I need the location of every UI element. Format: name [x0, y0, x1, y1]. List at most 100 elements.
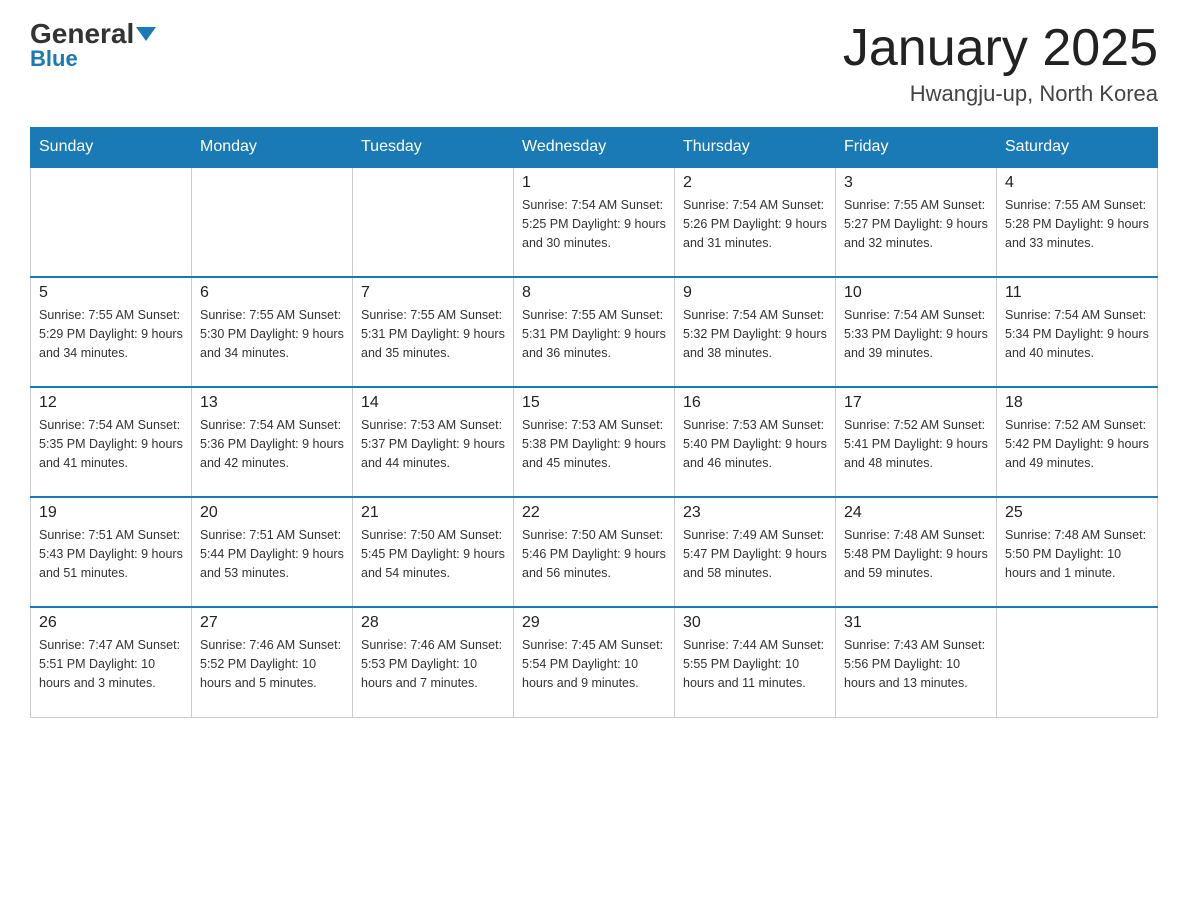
col-thursday: Thursday [675, 128, 836, 168]
day-number: 25 [1005, 504, 1149, 522]
day-number: 17 [844, 394, 988, 412]
calendar-day-cell: 31 Sunrise: 7:43 AM Sunset: 5:56 PM Dayli… [836, 607, 997, 717]
day-info: Sunrise: 7:43 AM Sunset: 5:56 PM Dayligh… [844, 636, 988, 692]
calendar-day-cell: 23 Sunrise: 7:49 AM Sunset: 5:47 PM Dayli… [675, 497, 836, 607]
day-info: Sunrise: 7:55 AM Sunset: 5:28 PM Dayligh… [1005, 196, 1149, 252]
day-info: Sunrise: 7:53 AM Sunset: 5:38 PM Dayligh… [522, 416, 666, 472]
day-number: 12 [39, 394, 183, 412]
day-info: Sunrise: 7:54 AM Sunset: 5:32 PM Dayligh… [683, 306, 827, 362]
calendar-day-cell: 20 Sunrise: 7:51 AM Sunset: 5:44 PM Dayli… [192, 497, 353, 607]
calendar-week-row: 1Sunrise: 7:54 AM Sunset: 5:25 PM Daylig… [31, 167, 1158, 277]
day-number: 6 [200, 284, 344, 302]
calendar-week-row: 12 Sunrise: 7:54 AM Sunset: 5:35 PM Dayli… [31, 387, 1158, 497]
calendar-day-cell: 19 Sunrise: 7:51 AM Sunset: 5:43 PM Dayli… [31, 497, 192, 607]
calendar-day-cell: 5 Sunrise: 7:55 AM Sunset: 5:29 PM Daylig… [31, 277, 192, 387]
day-info: Sunrise: 7:49 AM Sunset: 5:47 PM Dayligh… [683, 526, 827, 582]
day-number: 20 [200, 504, 344, 522]
day-info: Sunrise: 7:44 AM Sunset: 5:55 PM Dayligh… [683, 636, 827, 692]
day-info: Sunrise: 7:54 AM Sunset: 5:25 PM Dayligh… [522, 196, 666, 252]
calendar-day-cell: 28 Sunrise: 7:46 AM Sunset: 5:53 PM Dayli… [353, 607, 514, 717]
calendar-week-row: 5 Sunrise: 7:55 AM Sunset: 5:29 PM Daylig… [31, 277, 1158, 387]
day-number: 31 [844, 614, 988, 632]
day-number: 9 [683, 284, 827, 302]
calendar-day-cell: 9 Sunrise: 7:54 AM Sunset: 5:32 PM Daylig… [675, 277, 836, 387]
calendar-day-cell: 1Sunrise: 7:54 AM Sunset: 5:25 PM Daylig… [514, 167, 675, 277]
day-info: Sunrise: 7:52 AM Sunset: 5:41 PM Dayligh… [844, 416, 988, 472]
day-info: Sunrise: 7:54 AM Sunset: 5:33 PM Dayligh… [844, 306, 988, 362]
page-header: General Blue January 2025 Hwangju-up, No… [30, 20, 1158, 107]
day-number: 29 [522, 614, 666, 632]
day-info: Sunrise: 7:51 AM Sunset: 5:44 PM Dayligh… [200, 526, 344, 582]
calendar-day-cell: 4 Sunrise: 7:55 AM Sunset: 5:28 PM Daylig… [997, 167, 1158, 277]
day-info: Sunrise: 7:55 AM Sunset: 5:31 PM Dayligh… [522, 306, 666, 362]
calendar-day-cell: 2Sunrise: 7:54 AM Sunset: 5:26 PM Daylig… [675, 167, 836, 277]
day-number: 13 [200, 394, 344, 412]
calendar-day-cell: 12 Sunrise: 7:54 AM Sunset: 5:35 PM Dayli… [31, 387, 192, 497]
day-number: 5 [39, 284, 183, 302]
calendar-day-cell [997, 607, 1158, 717]
day-info: Sunrise: 7:54 AM Sunset: 5:35 PM Dayligh… [39, 416, 183, 472]
day-number: 18 [1005, 394, 1149, 412]
day-info: Sunrise: 7:45 AM Sunset: 5:54 PM Dayligh… [522, 636, 666, 692]
col-wednesday: Wednesday [514, 128, 675, 168]
day-number: 4 [1005, 174, 1149, 192]
calendar-day-cell: 7Sunrise: 7:55 AM Sunset: 5:31 PM Daylig… [353, 277, 514, 387]
day-number: 19 [39, 504, 183, 522]
title-area: January 2025 Hwangju-up, North Korea [843, 20, 1158, 107]
day-number: 11 [1005, 284, 1149, 302]
calendar-day-cell: 6 Sunrise: 7:55 AM Sunset: 5:30 PM Daylig… [192, 277, 353, 387]
day-info: Sunrise: 7:51 AM Sunset: 5:43 PM Dayligh… [39, 526, 183, 582]
day-info: Sunrise: 7:50 AM Sunset: 5:46 PM Dayligh… [522, 526, 666, 582]
calendar-day-cell [353, 167, 514, 277]
month-title: January 2025 [843, 20, 1158, 77]
calendar-day-cell: 15 Sunrise: 7:53 AM Sunset: 5:38 PM Dayli… [514, 387, 675, 497]
day-info: Sunrise: 7:55 AM Sunset: 5:30 PM Dayligh… [200, 306, 344, 362]
calendar-day-cell: 17 Sunrise: 7:52 AM Sunset: 5:41 PM Dayli… [836, 387, 997, 497]
col-tuesday: Tuesday [353, 128, 514, 168]
day-number: 15 [522, 394, 666, 412]
calendar-day-cell [31, 167, 192, 277]
calendar-day-cell: 21Sunrise: 7:50 AM Sunset: 5:45 PM Dayli… [353, 497, 514, 607]
location-title: Hwangju-up, North Korea [843, 81, 1158, 107]
calendar-day-cell: 27Sunrise: 7:46 AM Sunset: 5:52 PM Dayli… [192, 607, 353, 717]
calendar-table: Sunday Monday Tuesday Wednesday Thursday… [30, 127, 1158, 718]
day-number: 14 [361, 394, 505, 412]
col-saturday: Saturday [997, 128, 1158, 168]
day-info: Sunrise: 7:55 AM Sunset: 5:27 PM Dayligh… [844, 196, 988, 252]
calendar-day-cell [192, 167, 353, 277]
day-info: Sunrise: 7:48 AM Sunset: 5:50 PM Dayligh… [1005, 526, 1149, 582]
calendar-day-cell: 18 Sunrise: 7:52 AM Sunset: 5:42 PM Dayli… [997, 387, 1158, 497]
calendar-day-cell: 8 Sunrise: 7:55 AM Sunset: 5:31 PM Daylig… [514, 277, 675, 387]
calendar-day-cell: 3Sunrise: 7:55 AM Sunset: 5:27 PM Daylig… [836, 167, 997, 277]
day-number: 22 [522, 504, 666, 522]
day-info: Sunrise: 7:55 AM Sunset: 5:29 PM Dayligh… [39, 306, 183, 362]
logo-blue-text: Blue [30, 46, 78, 72]
day-number: 8 [522, 284, 666, 302]
calendar-day-cell: 26Sunrise: 7:47 AM Sunset: 5:51 PM Dayli… [31, 607, 192, 717]
day-info: Sunrise: 7:48 AM Sunset: 5:48 PM Dayligh… [844, 526, 988, 582]
day-info: Sunrise: 7:52 AM Sunset: 5:42 PM Dayligh… [1005, 416, 1149, 472]
calendar-day-cell: 22 Sunrise: 7:50 AM Sunset: 5:46 PM Dayli… [514, 497, 675, 607]
day-number: 23 [683, 504, 827, 522]
calendar-week-row: 26Sunrise: 7:47 AM Sunset: 5:51 PM Dayli… [31, 607, 1158, 717]
day-info: Sunrise: 7:53 AM Sunset: 5:40 PM Dayligh… [683, 416, 827, 472]
day-number: 16 [683, 394, 827, 412]
day-info: Sunrise: 7:54 AM Sunset: 5:36 PM Dayligh… [200, 416, 344, 472]
logo: General Blue [30, 20, 156, 72]
calendar-day-cell: 24Sunrise: 7:48 AM Sunset: 5:48 PM Dayli… [836, 497, 997, 607]
day-number: 10 [844, 284, 988, 302]
calendar-day-cell: 13 Sunrise: 7:54 AM Sunset: 5:36 PM Dayli… [192, 387, 353, 497]
logo-general-text: General [30, 20, 156, 48]
calendar-header-row: Sunday Monday Tuesday Wednesday Thursday… [31, 128, 1158, 168]
calendar-day-cell: 29 Sunrise: 7:45 AM Sunset: 5:54 PM Dayli… [514, 607, 675, 717]
day-info: Sunrise: 7:46 AM Sunset: 5:52 PM Dayligh… [200, 636, 344, 692]
calendar-day-cell: 14Sunrise: 7:53 AM Sunset: 5:37 PM Dayli… [353, 387, 514, 497]
calendar-day-cell: 11Sunrise: 7:54 AM Sunset: 5:34 PM Dayli… [997, 277, 1158, 387]
calendar-day-cell: 25 Sunrise: 7:48 AM Sunset: 5:50 PM Dayli… [997, 497, 1158, 607]
col-friday: Friday [836, 128, 997, 168]
day-info: Sunrise: 7:55 AM Sunset: 5:31 PM Dayligh… [361, 306, 505, 362]
day-number: 28 [361, 614, 505, 632]
day-info: Sunrise: 7:50 AM Sunset: 5:45 PM Dayligh… [361, 526, 505, 582]
day-info: Sunrise: 7:46 AM Sunset: 5:53 PM Dayligh… [361, 636, 505, 692]
calendar-day-cell: 30Sunrise: 7:44 AM Sunset: 5:55 PM Dayli… [675, 607, 836, 717]
